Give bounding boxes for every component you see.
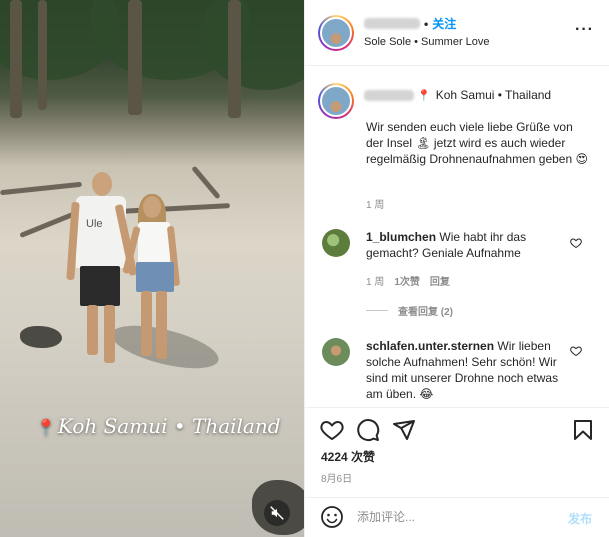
author-name-row: • 关注 bbox=[364, 15, 456, 32]
likes-count[interactable]: 4224 次赞 bbox=[321, 448, 375, 465]
caption-location[interactable]: Koh Samui • Thailand bbox=[436, 88, 551, 102]
post-side-panel: • 关注 Sole Sole • Summer Love ··· 📍 Koh S… bbox=[304, 0, 609, 537]
person-man-leg bbox=[104, 305, 115, 363]
caption-meta: 1 周 bbox=[366, 196, 384, 211]
audio-subtitle[interactable]: Sole Sole • Summer Love bbox=[364, 36, 490, 48]
comment-time: 1 周 bbox=[366, 277, 385, 288]
post-actions: 4224 次赞 8月6日 bbox=[305, 407, 609, 497]
bookmark-icon[interactable] bbox=[571, 418, 595, 442]
author-avatar[interactable] bbox=[318, 15, 354, 51]
more-icon: ··· bbox=[575, 21, 594, 38]
driftwood bbox=[19, 210, 77, 239]
rock bbox=[20, 326, 62, 348]
post-comment-button[interactable]: 发布 bbox=[568, 510, 592, 527]
shirt-print: Ule bbox=[86, 218, 103, 230]
like-comment-icon[interactable] bbox=[570, 345, 582, 357]
view-replies-button[interactable]: 查看回复 (2) bbox=[366, 303, 453, 318]
driftwood bbox=[191, 165, 221, 200]
palm-trunk bbox=[38, 0, 47, 110]
caption-author-avatar[interactable] bbox=[318, 83, 354, 119]
person-man-shorts bbox=[80, 266, 120, 306]
comment-body: schlafen.unter.sternen Wir lieben solche… bbox=[366, 338, 571, 402]
mute-button[interactable] bbox=[264, 500, 290, 526]
share-icon[interactable] bbox=[392, 418, 416, 442]
view-replies-label: 查看回复 (2) bbox=[398, 307, 453, 318]
person-woman-leg bbox=[156, 291, 167, 359]
heart-icon[interactable] bbox=[320, 418, 344, 442]
foliage bbox=[200, 0, 304, 90]
driftwood bbox=[119, 203, 231, 214]
author-username-redacted[interactable] bbox=[364, 18, 420, 29]
person-man-head bbox=[92, 172, 112, 196]
more-options-button[interactable]: ··· bbox=[575, 22, 594, 38]
palm-trunk bbox=[10, 0, 22, 118]
replies-divider bbox=[366, 310, 388, 311]
comment-body: 1_blumchen Wie habt ihr das gemacht? Gen… bbox=[366, 229, 571, 261]
palm-trunk bbox=[228, 0, 241, 118]
person-woman-head bbox=[143, 196, 161, 218]
video-location-overlay: 📍 Koh Samui • Thailand bbox=[36, 414, 281, 438]
emoji-icon[interactable] bbox=[320, 505, 344, 529]
add-comment-bar: 发布 bbox=[305, 497, 609, 537]
caption-header: 📍 Koh Samui • Thailand bbox=[364, 88, 551, 102]
person-woman-top bbox=[138, 222, 170, 264]
post-header: • 关注 Sole Sole • Summer Love ··· bbox=[305, 0, 609, 66]
comments-list[interactable]: 📍 Koh Samui • Thailand Wir senden euch v… bbox=[305, 67, 609, 407]
driftwood bbox=[0, 181, 83, 196]
comment-icon[interactable] bbox=[356, 418, 380, 442]
comment-input[interactable] bbox=[357, 507, 557, 527]
map-pin-icon: 📍 bbox=[417, 89, 431, 102]
comment-avatar[interactable] bbox=[322, 338, 350, 366]
caption-time: 1 周 bbox=[366, 200, 385, 211]
post-date[interactable]: 8月6日 bbox=[321, 470, 352, 485]
reply-button[interactable]: 回复 bbox=[430, 273, 450, 288]
comment-meta: 1 周 1次赞 回复 bbox=[366, 273, 450, 288]
avatar-image bbox=[320, 85, 352, 117]
speaker-muted-icon bbox=[270, 506, 284, 520]
video-location-text: Koh Samui • Thailand bbox=[57, 414, 281, 438]
separator-dot: • bbox=[424, 16, 429, 31]
post-video[interactable]: Ule 📍 Koh Samui • Thailand bbox=[0, 0, 304, 537]
avatar-image bbox=[320, 17, 352, 49]
person-man-leg bbox=[87, 305, 98, 355]
person-woman-shorts bbox=[136, 262, 174, 292]
map-pin-icon: 📍 bbox=[36, 418, 56, 437]
comment-username[interactable]: schlafen.unter.sternen bbox=[366, 339, 494, 353]
palm-trunk bbox=[128, 0, 142, 115]
comment-likes[interactable]: 1次赞 bbox=[394, 273, 420, 288]
follow-button[interactable]: 关注 bbox=[432, 15, 456, 32]
person-woman-leg bbox=[141, 291, 152, 356]
like-comment-icon[interactable] bbox=[570, 237, 582, 249]
caption-text: Wir senden euch viele liebe Grüße von de… bbox=[366, 120, 588, 166]
comment-avatar[interactable] bbox=[322, 229, 350, 257]
caption-username-redacted[interactable] bbox=[364, 89, 414, 101]
comment-username[interactable]: 1_blumchen bbox=[366, 230, 436, 244]
